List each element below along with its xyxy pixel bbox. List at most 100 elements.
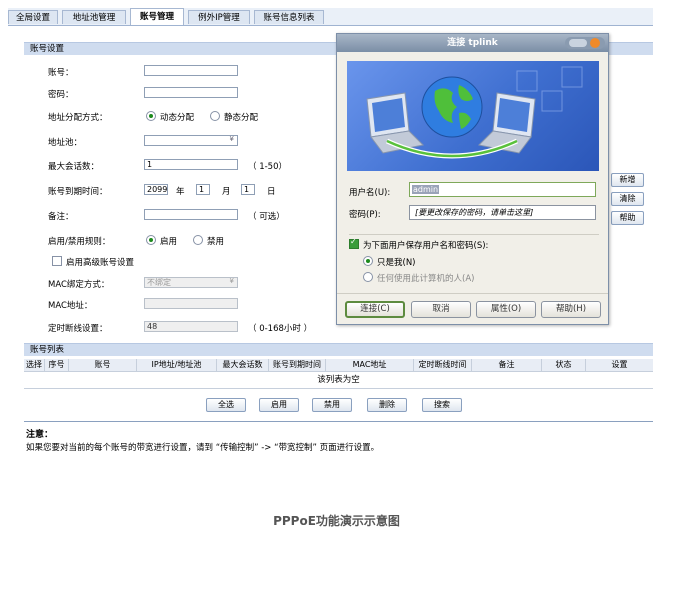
divider [24,421,653,422]
max-session-label: 最大会话数： [48,162,100,172]
day-unit: 日 [267,187,276,197]
divider [337,293,608,294]
rule-label: 启用/禁用规则： [48,237,111,247]
clear-button[interactable]: 清除 [611,192,644,206]
expire-day-input[interactable]: 1 [241,184,255,195]
col-account: 账号 [69,359,137,371]
col-mac: MAC地址 [326,359,414,371]
advanced-checkbox[interactable] [52,256,62,266]
note-input[interactable] [144,209,238,220]
chevron-down-icon: ¥ [229,135,234,143]
figure-caption: PPPoE功能演示示意图 [273,514,400,528]
dialog-help-button[interactable]: 帮助(H) [541,301,601,318]
save-credentials-toggle[interactable]: 为下面用户保存用户名和密码(S): [349,237,489,251]
addr-mode-static[interactable]: 静态分配 [210,111,258,123]
account-input[interactable] [144,65,238,76]
password-input[interactable]: [要更改保存的密码，请单击这里] [409,205,596,220]
rule-enable-label: 启用 [160,237,178,247]
help-button[interactable]: 帮助 [611,211,644,225]
col-timeout: 定时断线时间 [414,359,472,371]
col-status: 状态 [542,359,586,371]
radio-dynamic[interactable] [146,111,156,121]
disable-button[interactable]: 禁用 [312,398,352,412]
section-title: 账号列表 [30,345,65,355]
properties-button[interactable]: 属性(O) [476,301,536,318]
close-icon[interactable] [590,38,600,48]
col-select: 选择 [24,359,45,371]
table-header: 选择 序号 账号 IP地址/地址池 最大会话数 账号到期时间 MAC地址 定时断… [24,359,653,372]
radio-enable[interactable] [146,235,156,245]
radio-static[interactable] [210,111,220,121]
search-button[interactable]: 搜索 [422,398,462,412]
month-unit: 月 [222,187,231,197]
mac-bind-select[interactable]: 不绑定 ¥ [144,277,238,288]
col-index: 序号 [45,359,69,371]
mac-bind-label: MAC绑定方式： [48,280,110,290]
col-ip: IP地址/地址池 [137,359,217,371]
mac-bind-value: 不绑定 [147,278,171,287]
col-expire: 账号到期时间 [269,359,326,371]
save-credentials-checkbox[interactable] [349,237,359,249]
section-title: 账号设置 [30,44,65,54]
mac-addr-label: MAC地址： [48,301,93,311]
empty-list-text: 该列表为空 [24,372,653,389]
mac-addr-input[interactable] [144,298,238,309]
anyone-option[interactable]: 任何使用此计算机的人(A) [363,272,474,284]
radio-anyone[interactable] [363,272,373,282]
addr-mode-dynamic-label: 动态分配 [160,113,195,123]
timeout-input[interactable]: 48 [144,321,238,332]
addr-mode-dynamic[interactable]: 动态分配 [146,111,194,123]
username-value: admin [412,185,440,194]
advanced-toggle[interactable]: 启用高级账号设置 [52,256,134,268]
tab-exception-ip[interactable]: 例外IP管理 [188,10,250,24]
addr-mode-label: 地址分配方式： [48,113,108,123]
select-all-button[interactable]: 全选 [206,398,246,412]
account-label: 账号： [48,68,74,78]
network-illustration-icon [366,66,583,159]
col-note: 备注 [472,359,542,371]
save-credentials-label: 为下面用户保存用户名和密码(S): [363,241,489,251]
rule-disable-label: 禁用 [207,237,225,247]
tab-address-pool[interactable]: 地址池管理 [62,10,126,24]
chevron-down-icon: ¥ [229,277,234,285]
advanced-label: 启用高级账号设置 [66,258,135,268]
tab-account-management[interactable]: 账号管理 [130,8,184,25]
max-session-input[interactable]: 1 [144,159,238,170]
pool-label: 地址池： [48,138,83,148]
max-session-hint: （ 1-50） [248,162,287,172]
radio-disable[interactable] [193,235,203,245]
connect-button[interactable]: 连接(C) [345,301,405,318]
tab-bar: 全局设置 地址池管理 账号管理 例外IP管理 账号信息列表 [8,8,653,26]
password-label: 密码： [48,90,74,100]
rule-enable[interactable]: 启用 [146,235,177,247]
expire-month-input[interactable]: 1 [196,184,210,195]
password-label: 密码(P): [349,210,381,220]
notice-text: 如果您要对当前的每个账号的带宽进行设置，请到 “传输控制” -> “带宽控制” … [26,443,380,453]
pool-select[interactable]: ¥ [144,135,238,146]
note-hint: （ 可选） [248,212,285,222]
password-input[interactable] [144,87,238,98]
account-list-bar: 账号列表 [24,343,653,356]
expire-label: 账号到期时间： [48,187,108,197]
username-input[interactable]: admin [409,182,596,197]
enable-button[interactable]: 启用 [259,398,299,412]
delete-button[interactable]: 删除 [367,398,407,412]
tab-account-info-list[interactable]: 账号信息列表 [254,10,324,24]
year-unit: 年 [176,187,185,197]
radio-only-me[interactable] [363,256,373,266]
tab-global-settings[interactable]: 全局设置 [8,10,58,24]
connect-dialog: 连接 tplink 用户名(U): admin 密码(P): [要更改保存的密码… [336,33,609,325]
banner-image [347,61,599,171]
timeout-label: 定时断线设置： [48,324,108,334]
cancel-button[interactable]: 取消 [411,301,471,318]
window-controls [565,37,605,49]
username-label: 用户名(U): [349,188,391,198]
minimize-icon[interactable] [569,39,587,47]
col-settings: 设置 [611,360,628,369]
add-button[interactable]: 新增 [611,173,644,187]
password-value: [要更改保存的密码，请单击这里] [415,208,534,217]
expire-year-input[interactable]: 2099 [144,184,168,195]
rule-disable[interactable]: 禁用 [193,235,224,247]
dialog-title: 连接 tplink [447,38,498,48]
only-me-option[interactable]: 只是我(N) [363,256,416,268]
